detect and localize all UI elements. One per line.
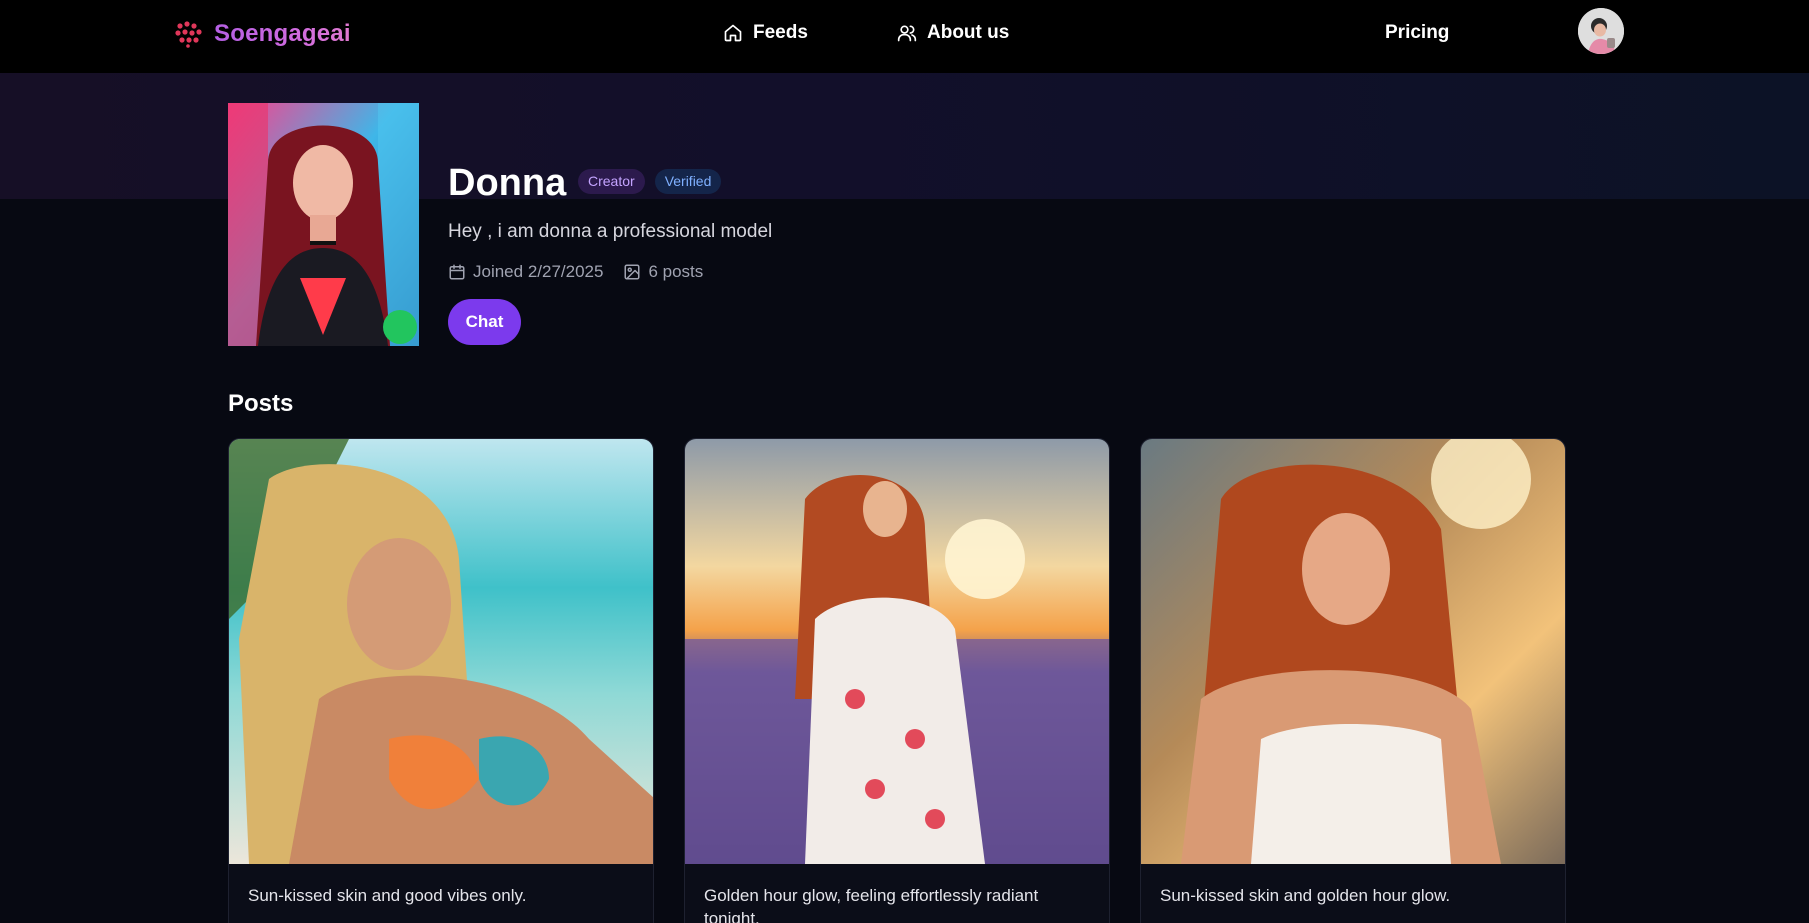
nav-pricing-label: Pricing (1385, 22, 1450, 43)
post-caption: Sun-kissed skin and golden hour glow. (1160, 886, 1451, 905)
verified-badge: Verified (654, 169, 722, 194)
profile-badges: Creator Verified (578, 169, 722, 194)
brand-dots-icon (175, 21, 202, 48)
user-avatar-image (1578, 8, 1624, 54)
joined-date-text: Joined 2/27/2025 (473, 262, 604, 281)
post-image (685, 439, 1109, 864)
top-navbar: Soengageai Feeds About us Pricing (0, 0, 1809, 73)
brand-name: Soengageai (214, 20, 351, 47)
post-image (1141, 439, 1565, 864)
nav-about-link[interactable]: About us (897, 22, 1009, 44)
post-caption: Sun-kissed skin and good vibes only. (248, 886, 527, 905)
nav-about-label: About us (927, 22, 1010, 43)
joined-date: Joined 2/27/2025 (448, 262, 603, 282)
calendar-icon (449, 264, 465, 280)
profile-name: Donna (448, 162, 567, 204)
profile-photo (228, 103, 419, 346)
nav-pricing-link[interactable]: Pricing (1385, 22, 1449, 44)
image-icon (624, 264, 640, 280)
profile-bio: Hey , i am donna a professional model (448, 221, 773, 242)
chat-button[interactable]: Chat (448, 299, 521, 345)
post-card[interactable]: Sun-kissed skin and good vibes only. (228, 438, 654, 923)
post-card[interactable]: Golden hour glow, feeling effortlessly r… (684, 438, 1110, 923)
online-status-indicator (383, 310, 417, 344)
profile-meta: Joined 2/27/2025 6 posts (448, 262, 703, 282)
users-icon (897, 25, 917, 42)
brand-logo-link[interactable]: Soengageai (174, 20, 351, 48)
posts-count-text: 6 posts (648, 262, 704, 281)
profile-photo-image (228, 103, 419, 346)
home-icon (724, 24, 742, 42)
nav-feeds-label: Feeds (753, 22, 808, 43)
creator-badge: Creator (578, 169, 645, 194)
posts-count: 6 posts (623, 262, 703, 282)
post-card[interactable]: Sun-kissed skin and golden hour glow. (1140, 438, 1566, 923)
post-caption: Golden hour glow, feeling effortlessly r… (704, 886, 1039, 923)
posts-heading: Posts (228, 390, 294, 417)
post-image (229, 439, 653, 864)
user-avatar[interactable] (1578, 8, 1624, 54)
nav-feeds-link[interactable]: Feeds (723, 22, 808, 44)
